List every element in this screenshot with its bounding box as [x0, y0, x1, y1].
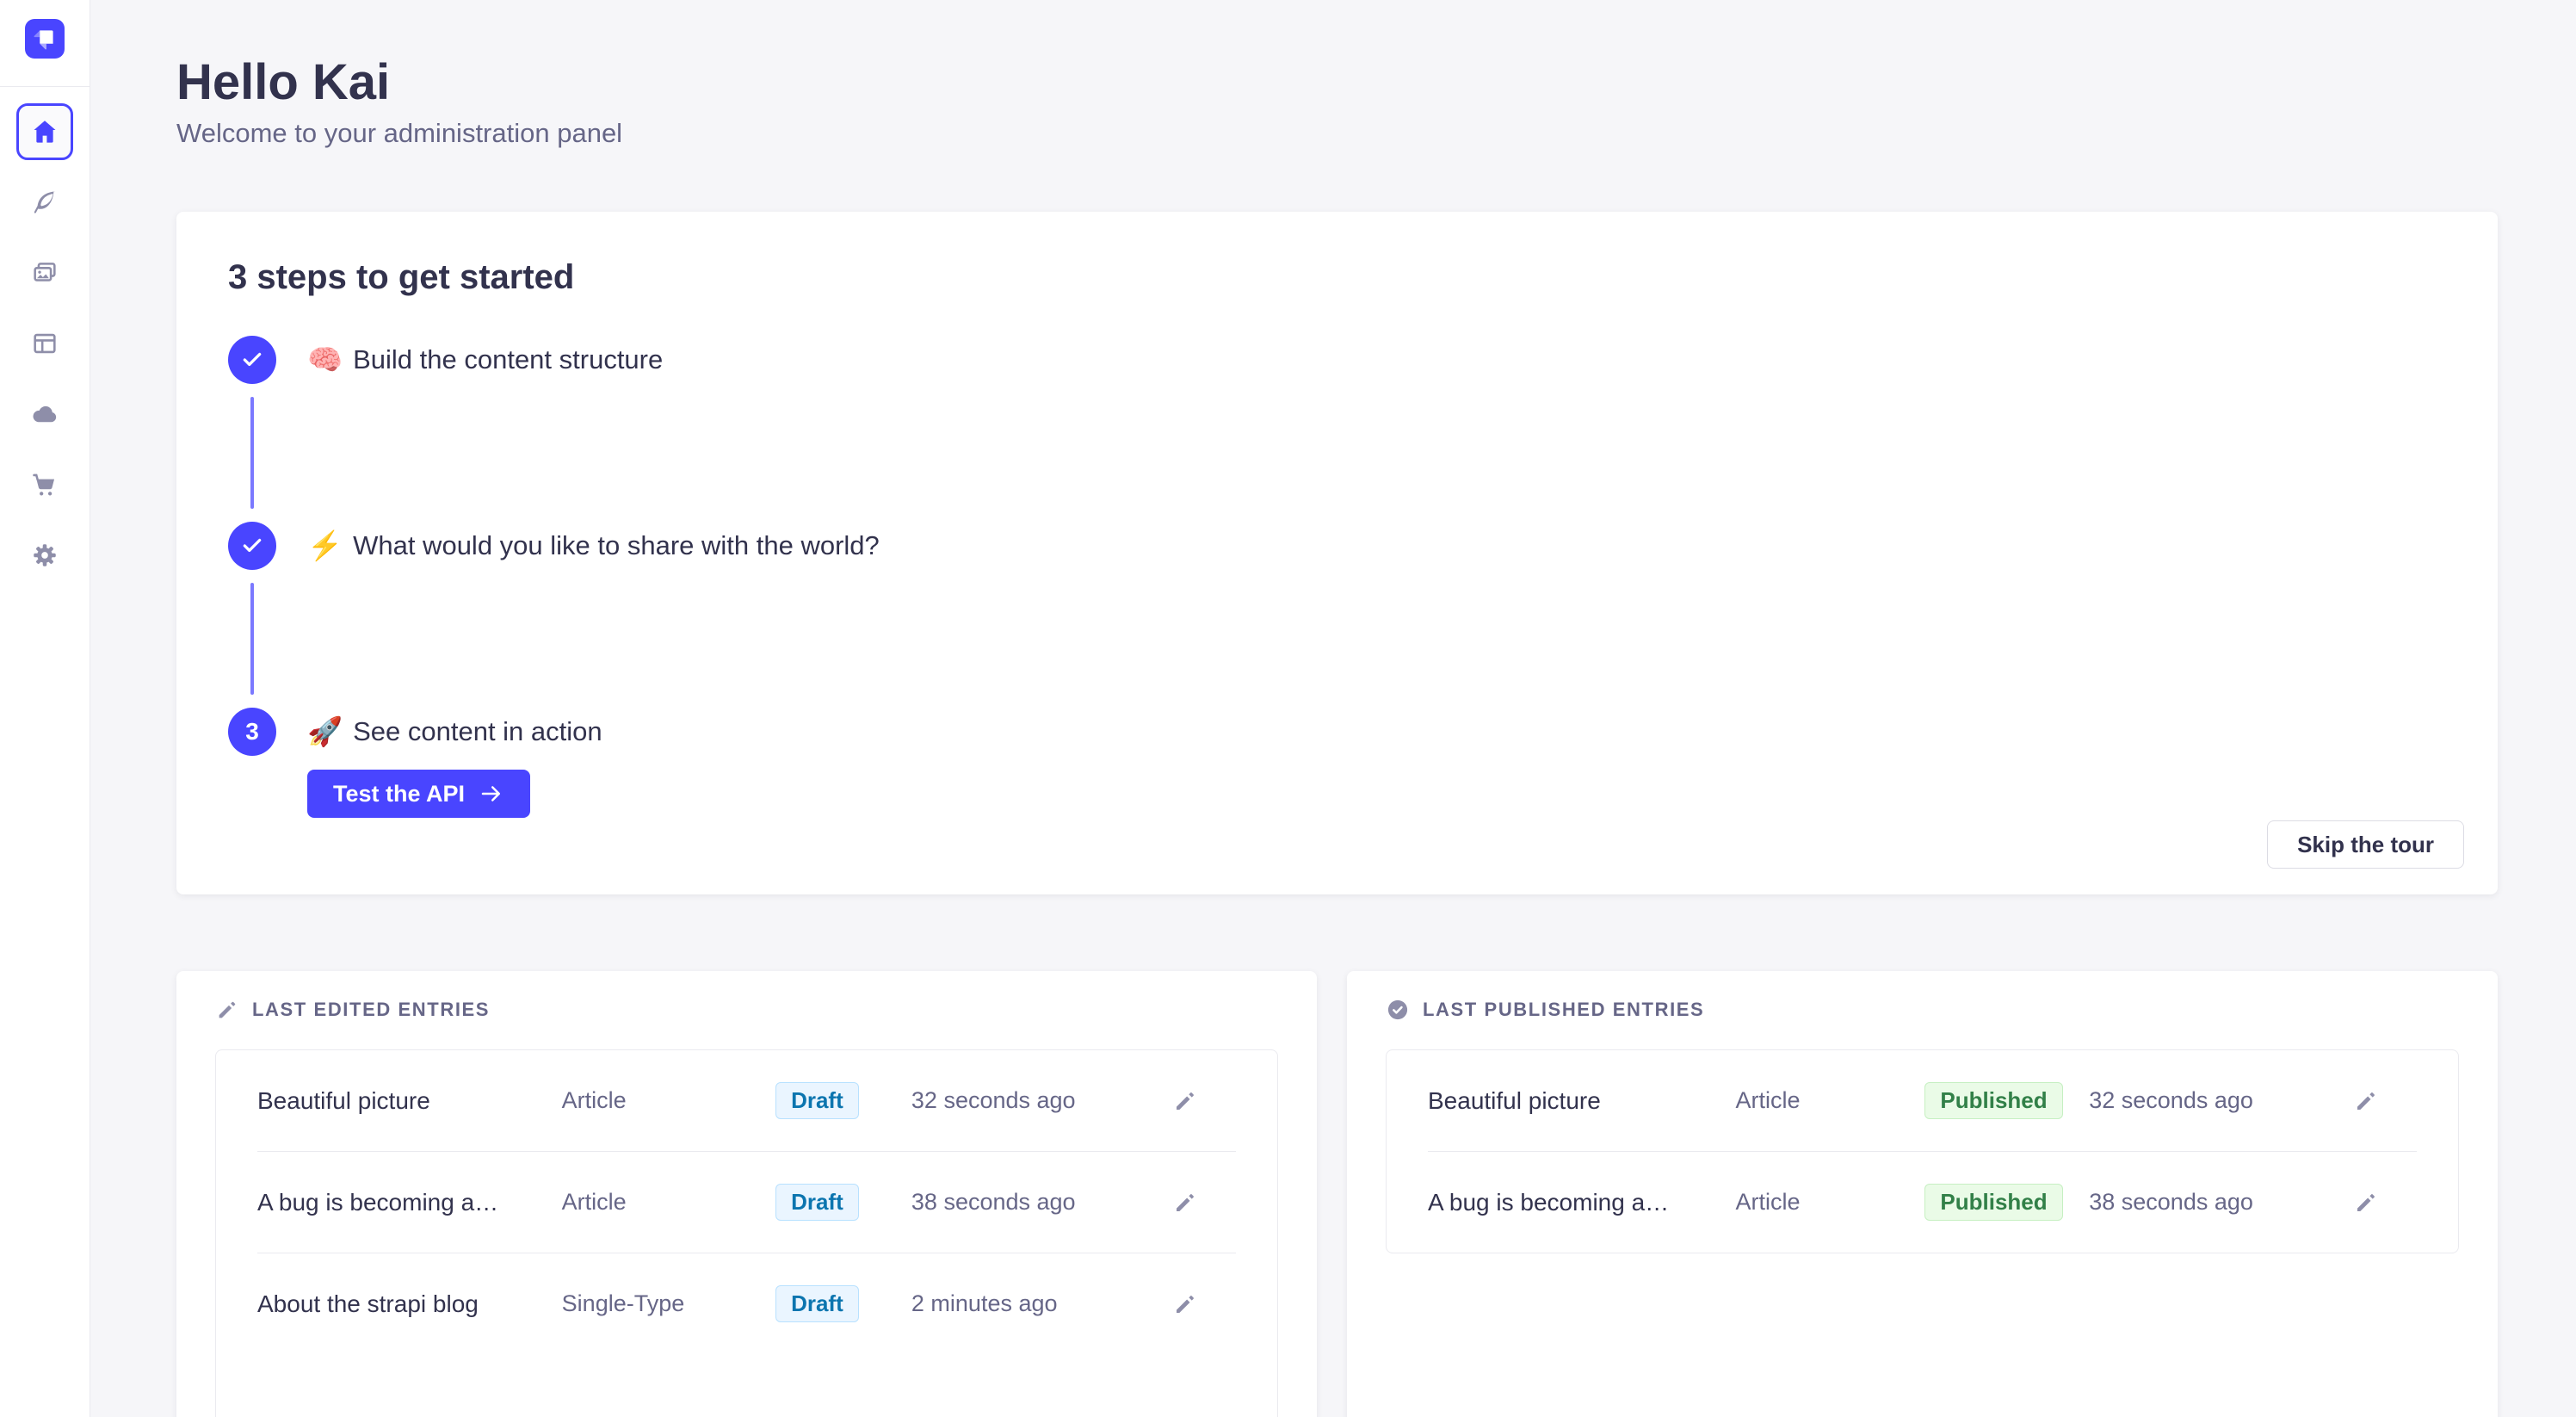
brain-emoji-icon: 🧠 [307, 343, 343, 377]
pencil-icon [2353, 1088, 2379, 1114]
entry-title: A bug is becoming a… [257, 1189, 562, 1216]
pictures-icon [30, 258, 59, 288]
sidebar-nav [16, 103, 73, 584]
page-subtitle: Welcome to your administration panel [176, 117, 2498, 150]
entry-type: Single-Type [562, 1290, 723, 1317]
entry-row: Beautiful pictureArticle Published 32 seco… [1387, 1050, 2458, 1151]
entry-type: Article [562, 1189, 723, 1216]
feather-icon [30, 188, 59, 217]
entry-status-cell: Draft [723, 1082, 911, 1119]
check-icon [241, 535, 263, 557]
zap-emoji-icon: ⚡ [307, 529, 343, 563]
entry-updated-time: 38 seconds ago [911, 1189, 1172, 1216]
entry-type: Article [1736, 1189, 1899, 1216]
rocket-emoji-icon: 🚀 [307, 715, 343, 749]
last-published-entries-card: LAST PUBLISHED ENTRIES Beautiful picture… [1347, 971, 2498, 1417]
last-published-entries-header: LAST PUBLISHED ENTRIES [1386, 998, 2459, 1022]
widget-title: LAST PUBLISHED ENTRIES [1423, 999, 1704, 1021]
guided-tour-card: 3 steps to get started 🧠 Build the conte… [176, 212, 2498, 894]
test-the-api-button[interactable]: Test the API [307, 770, 530, 818]
step-1-label: 🧠 Build the content structure [307, 343, 663, 377]
entry-title: A bug is becoming a… [1428, 1189, 1736, 1216]
main-content: Hello Kai Welcome to your administration… [90, 0, 2576, 1417]
entry-row: A bug is becoming a…Article Draft 38 secon… [216, 1152, 1277, 1253]
sidebar-item-cloud[interactable] [16, 386, 73, 442]
tour-step-1: 🧠 Build the content structure [228, 336, 2464, 384]
last-edited-entries-table: Beautiful pictureArticleDraft32 seconds … [215, 1049, 1278, 1417]
home-widgets: LAST EDITED ENTRIES Beautiful pictureArt… [176, 971, 2498, 1417]
shopping-cart-icon [30, 470, 59, 499]
entry-updated-time: 32 seconds ago [911, 1087, 1172, 1114]
check-icon [241, 349, 263, 371]
sidebar-item-settings[interactable] [16, 527, 73, 584]
sidebar-item-marketplace[interactable] [16, 456, 73, 513]
sidebar-item-home[interactable] [16, 103, 73, 160]
sidebar-item-media-library[interactable] [16, 244, 73, 301]
sidebar [0, 0, 90, 1417]
status-badge: Published [1924, 1082, 2062, 1119]
step-2-done-circle [228, 522, 276, 570]
entry-type: Article [562, 1087, 723, 1114]
step-3-action: Test the API [307, 770, 2464, 818]
pencil-icon [1172, 1291, 1198, 1317]
layout-icon [30, 329, 59, 358]
edit-entry-button[interactable] [1172, 1088, 1200, 1114]
entry-title: About the strapi blog [257, 1290, 562, 1318]
check-circle-icon [1386, 998, 1410, 1022]
entry-updated-time: 32 seconds ago [2089, 1087, 2353, 1114]
strapi-logo-icon [25, 19, 65, 59]
page-title: Hello Kai [176, 53, 2498, 112]
status-badge: Published [1924, 1184, 2062, 1221]
widget-title: LAST EDITED ENTRIES [252, 999, 490, 1021]
pencil-icon [215, 998, 239, 1022]
arrow-right-icon [479, 781, 504, 807]
edit-entry-button[interactable] [2353, 1190, 2381, 1216]
status-badge: Draft [775, 1184, 859, 1221]
entry-status-cell: Published [1899, 1184, 2089, 1221]
tour-step-2: ⚡ What would you like to share with the … [228, 522, 2464, 570]
home-icon [30, 117, 59, 146]
pencil-icon [1172, 1088, 1198, 1114]
guided-tour-steps: 🧠 Build the content structure ⚡ What wou… [228, 336, 2464, 818]
skip-the-tour-button[interactable]: Skip the tour [2267, 820, 2464, 869]
pencil-icon [2353, 1190, 2379, 1216]
cloud-icon [30, 399, 59, 429]
step-connector [250, 397, 254, 509]
entry-title: Beautiful picture [1428, 1087, 1736, 1115]
step-connector [250, 583, 254, 695]
gear-icon [30, 541, 59, 570]
entry-row: Beautiful pictureArticle Draft 32 seconds … [216, 1050, 1277, 1151]
entry-status-cell: Draft [723, 1285, 911, 1322]
skip-row: Skip the tour [228, 820, 2464, 869]
sidebar-item-content-manager[interactable] [16, 174, 73, 231]
last-edited-entries-header: LAST EDITED ENTRIES [215, 998, 1278, 1022]
strapi-logo[interactable] [25, 19, 65, 59]
step-3-number: 3 [245, 718, 259, 746]
edit-entry-button[interactable] [1172, 1190, 1200, 1216]
guided-tour-title: 3 steps to get started [228, 257, 2464, 298]
entry-updated-time: 38 seconds ago [2089, 1189, 2353, 1216]
entry-row: About the strapi blogSingle-Type Draft 2 m… [216, 1253, 1277, 1354]
edit-entry-button[interactable] [1172, 1291, 1200, 1317]
entry-status-cell: Published [1899, 1082, 2089, 1119]
sidebar-item-content-type-builder[interactable] [16, 315, 73, 372]
entry-updated-time: 2 minutes ago [911, 1290, 1172, 1317]
entry-status-cell: Draft [723, 1184, 911, 1221]
last-published-entries-table: Beautiful pictureArticlePublished32 seco… [1386, 1049, 2459, 1253]
edit-entry-button[interactable] [2353, 1088, 2381, 1114]
sidebar-divider [0, 86, 90, 87]
step-3-number-circle: 3 [228, 708, 276, 756]
step-1-done-circle [228, 336, 276, 384]
entry-title: Beautiful picture [257, 1087, 562, 1115]
tour-step-3: 3 🚀 See content in action [228, 708, 2464, 756]
status-badge: Draft [775, 1285, 859, 1322]
status-badge: Draft [775, 1082, 859, 1119]
step-2-label: ⚡ What would you like to share with the … [307, 529, 880, 563]
last-edited-entries-card: LAST EDITED ENTRIES Beautiful pictureArt… [176, 971, 1317, 1417]
pencil-icon [1172, 1190, 1198, 1216]
step-3-label: 🚀 See content in action [307, 715, 602, 749]
entry-type: Article [1736, 1087, 1899, 1114]
entry-row: A bug is becoming a…Article Published 38 s… [1387, 1152, 2458, 1253]
